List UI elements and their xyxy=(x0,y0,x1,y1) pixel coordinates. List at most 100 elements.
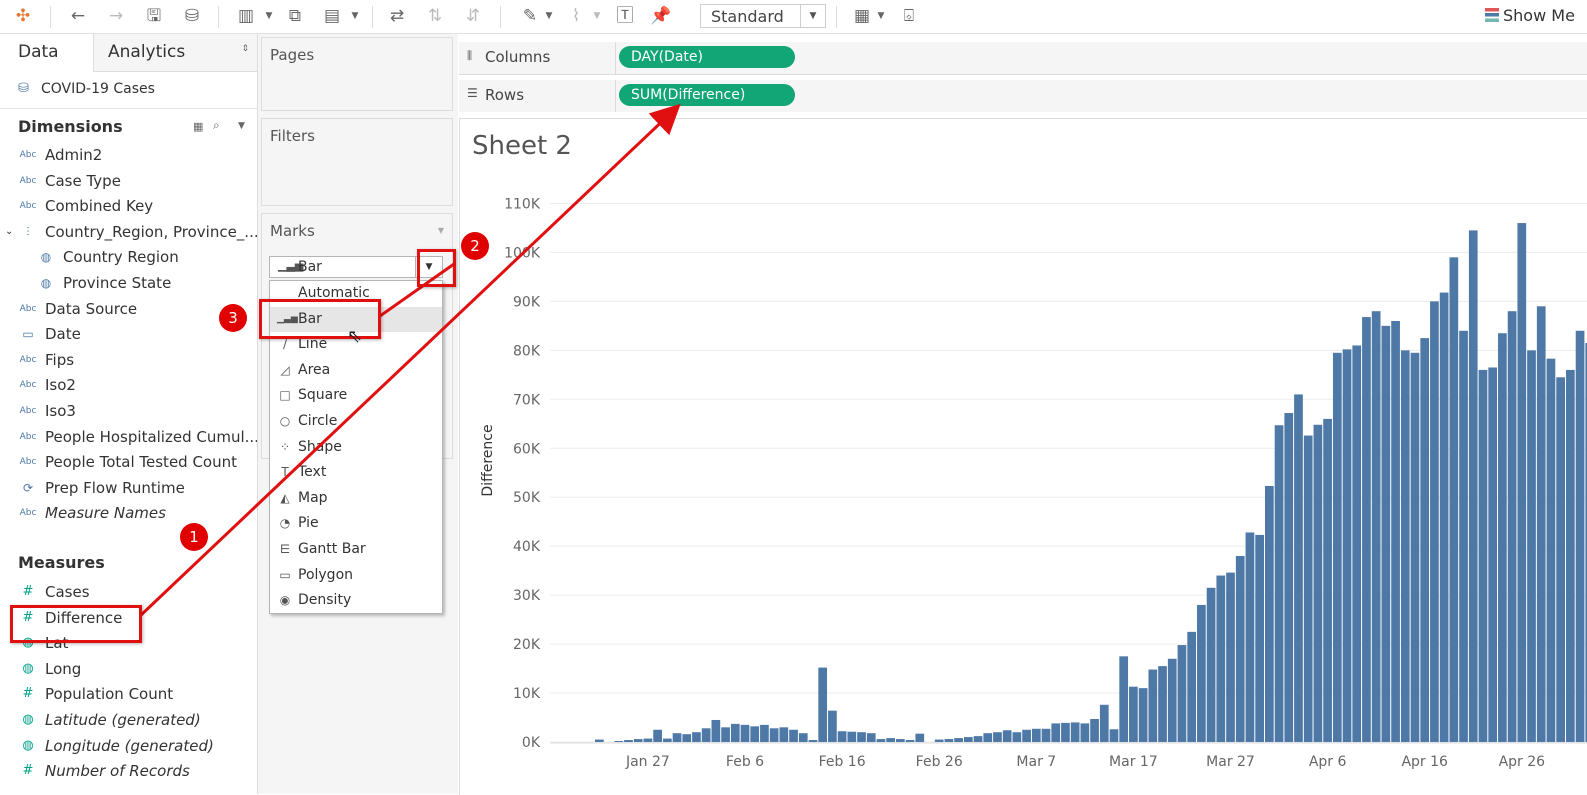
dimension-field[interactable]: Abc Admin2 xyxy=(0,142,257,168)
bar xyxy=(1488,367,1498,742)
globe-icon: ◍ xyxy=(22,737,34,753)
measure-field[interactable]: # Cases xyxy=(0,579,257,605)
bar xyxy=(1332,352,1342,742)
measure-field[interactable]: # Population Count xyxy=(0,681,257,707)
rows-pill[interactable]: SUM(Difference) xyxy=(619,84,795,106)
filters-card[interactable]: Filters xyxy=(261,118,453,206)
map-icon: ◭ xyxy=(280,490,290,505)
dimension-field[interactable]: ◍ Province State xyxy=(0,270,257,296)
presentation-icon[interactable]: ⌺ xyxy=(897,4,921,28)
sort-desc-icon[interactable]: ⇵ xyxy=(461,4,485,28)
bar xyxy=(1138,688,1148,742)
search-icon[interactable]: ⌕ xyxy=(213,118,220,133)
bar xyxy=(857,732,866,742)
number-type-icon: # xyxy=(22,763,34,779)
clear-sheet-icon[interactable]: ▤ xyxy=(320,4,344,28)
new-worksheet-icon[interactable]: ▥ xyxy=(234,4,258,28)
datasource-icon: ⛁ xyxy=(18,81,29,96)
dimension-field[interactable]: ▭ Date xyxy=(0,321,257,347)
mark-type-option-label: Square xyxy=(298,387,348,404)
toolbar-divider xyxy=(836,6,837,28)
dimension-field[interactable]: Abc Fips xyxy=(0,347,257,373)
dimension-field[interactable]: Abc People Total Tested Count xyxy=(0,449,257,475)
mark-type-option-label: Text xyxy=(298,464,327,481)
tab-data[interactable]: Data xyxy=(0,34,93,72)
swap-icon[interactable]: ⇄ xyxy=(385,4,409,28)
measure-field[interactable]: ◍ Long xyxy=(0,656,257,682)
group-icon[interactable]: ⌇ xyxy=(564,4,588,28)
bar xyxy=(624,740,633,742)
mark-type-option[interactable]: T Text xyxy=(270,460,442,486)
show-cards-icon[interactable]: ▦ xyxy=(850,4,874,28)
bar xyxy=(915,733,925,742)
chevron-down-icon[interactable]: ▼ xyxy=(544,4,554,28)
bar xyxy=(614,741,624,742)
dimension-field[interactable]: Abc Iso2 xyxy=(0,372,257,398)
undo-icon[interactable]: ← xyxy=(66,4,90,28)
dimension-field[interactable]: ⟳ Prep Flow Runtime xyxy=(0,475,257,501)
hierarchy-icon: ⫶ xyxy=(26,224,30,239)
mark-type-option-label: Polygon xyxy=(298,566,354,583)
mark-type-option[interactable]: ◉ Density xyxy=(270,588,442,614)
dimension-field[interactable]: Abc Case Type xyxy=(0,168,257,194)
mark-type-option[interactable]: ▭ Polygon xyxy=(270,563,442,589)
bar xyxy=(1536,306,1546,742)
mark-type-option-label: Gantt Bar xyxy=(298,541,366,557)
view-toggle-icon[interactable]: ▦ xyxy=(193,120,203,133)
redo-icon[interactable]: → xyxy=(104,4,128,28)
datasource-name: COVID-19 Cases xyxy=(41,81,155,97)
chevron-down-icon[interactable]: ▼ xyxy=(264,4,274,28)
pages-card[interactable]: Pages xyxy=(261,37,453,111)
tableau-logo-icon[interactable]: ✣ xyxy=(11,4,35,28)
new-datasource-icon[interactable]: ⛁ xyxy=(180,4,204,28)
chevron-down-icon[interactable]: ▼ xyxy=(876,4,886,28)
filters-card-title: Filters xyxy=(270,127,315,145)
save-icon[interactable]: 🖫 xyxy=(142,4,166,28)
mark-type-option[interactable]: ◿ Area xyxy=(270,358,442,384)
x-tick-label: Apr 26 xyxy=(1499,754,1546,770)
dimension-field[interactable]: Abc Iso3 xyxy=(0,398,257,424)
mark-type-option[interactable]: ⁘ Shape xyxy=(270,435,442,461)
bar xyxy=(934,739,944,742)
chevron-down-icon: ▼ xyxy=(800,5,825,27)
columns-shelf[interactable]: ⫼ Columns DAY(Date) xyxy=(459,42,1587,75)
tab-analytics[interactable]: Analytics ⇕ xyxy=(93,34,257,72)
mark-type-option[interactable]: ⋿ Gantt Bar xyxy=(270,537,442,563)
sort-asc-icon[interactable]: ⇅ xyxy=(423,4,447,28)
dimension-field[interactable]: ◍ Country Region xyxy=(0,244,257,270)
expand-icon[interactable]: ⌄ xyxy=(5,219,13,245)
measure-field[interactable]: # Number of Records xyxy=(0,758,257,784)
bar xyxy=(750,726,760,742)
view-size-select[interactable]: Standard ▼ xyxy=(700,4,826,28)
mark-type-option[interactable]: ◭ Map xyxy=(270,486,442,512)
chevron-down-icon[interactable]: ▼ xyxy=(350,4,360,28)
dimension-field[interactable]: Abc People Hospitalized Cumul... xyxy=(0,424,257,450)
field-label: Iso3 xyxy=(45,402,76,420)
measure-field[interactable]: ◍ Longitude (generated) xyxy=(0,733,257,759)
pin-icon[interactable]: 📌 xyxy=(649,4,673,28)
chevron-down-icon[interactable]: ▼ xyxy=(238,121,245,131)
datasource-item[interactable]: ⛁ COVID-19 Cases xyxy=(0,72,257,109)
dimension-field[interactable]: Abc Measure Names xyxy=(0,500,257,526)
string-type-icon: Abc xyxy=(19,431,37,442)
columns-pill[interactable]: DAY(Date) xyxy=(619,46,795,68)
mark-type-option[interactable]: ◔ Pie xyxy=(270,511,442,537)
label-icon[interactable]: 🅃 xyxy=(613,4,637,28)
measure-field[interactable]: ◍ Latitude (generated) xyxy=(0,707,257,733)
bar xyxy=(1410,352,1420,742)
toolbar-divider xyxy=(218,6,219,28)
bar xyxy=(1478,369,1488,742)
dimension-field[interactable]: ⌄ ⫶ Country_Region, Province_... xyxy=(0,219,257,245)
show-me-button[interactable]: Show Me xyxy=(1485,4,1575,28)
highlight-icon[interactable]: ✎ xyxy=(518,4,542,28)
mark-type-option[interactable]: ○ Circle xyxy=(270,409,442,435)
bar xyxy=(633,739,643,742)
x-tick-label: Feb 16 xyxy=(819,754,866,770)
rows-shelf[interactable]: ☰ Rows SUM(Difference) xyxy=(459,80,1587,112)
bar xyxy=(1391,320,1400,742)
duplicate-icon[interactable]: ⧉ xyxy=(283,4,307,28)
mark-type-option[interactable]: □ Square xyxy=(270,383,442,409)
chevron-down-icon[interactable]: ▼ xyxy=(592,4,602,28)
dimension-field[interactable]: Abc Combined Key xyxy=(0,193,257,219)
bar xyxy=(1041,728,1051,742)
